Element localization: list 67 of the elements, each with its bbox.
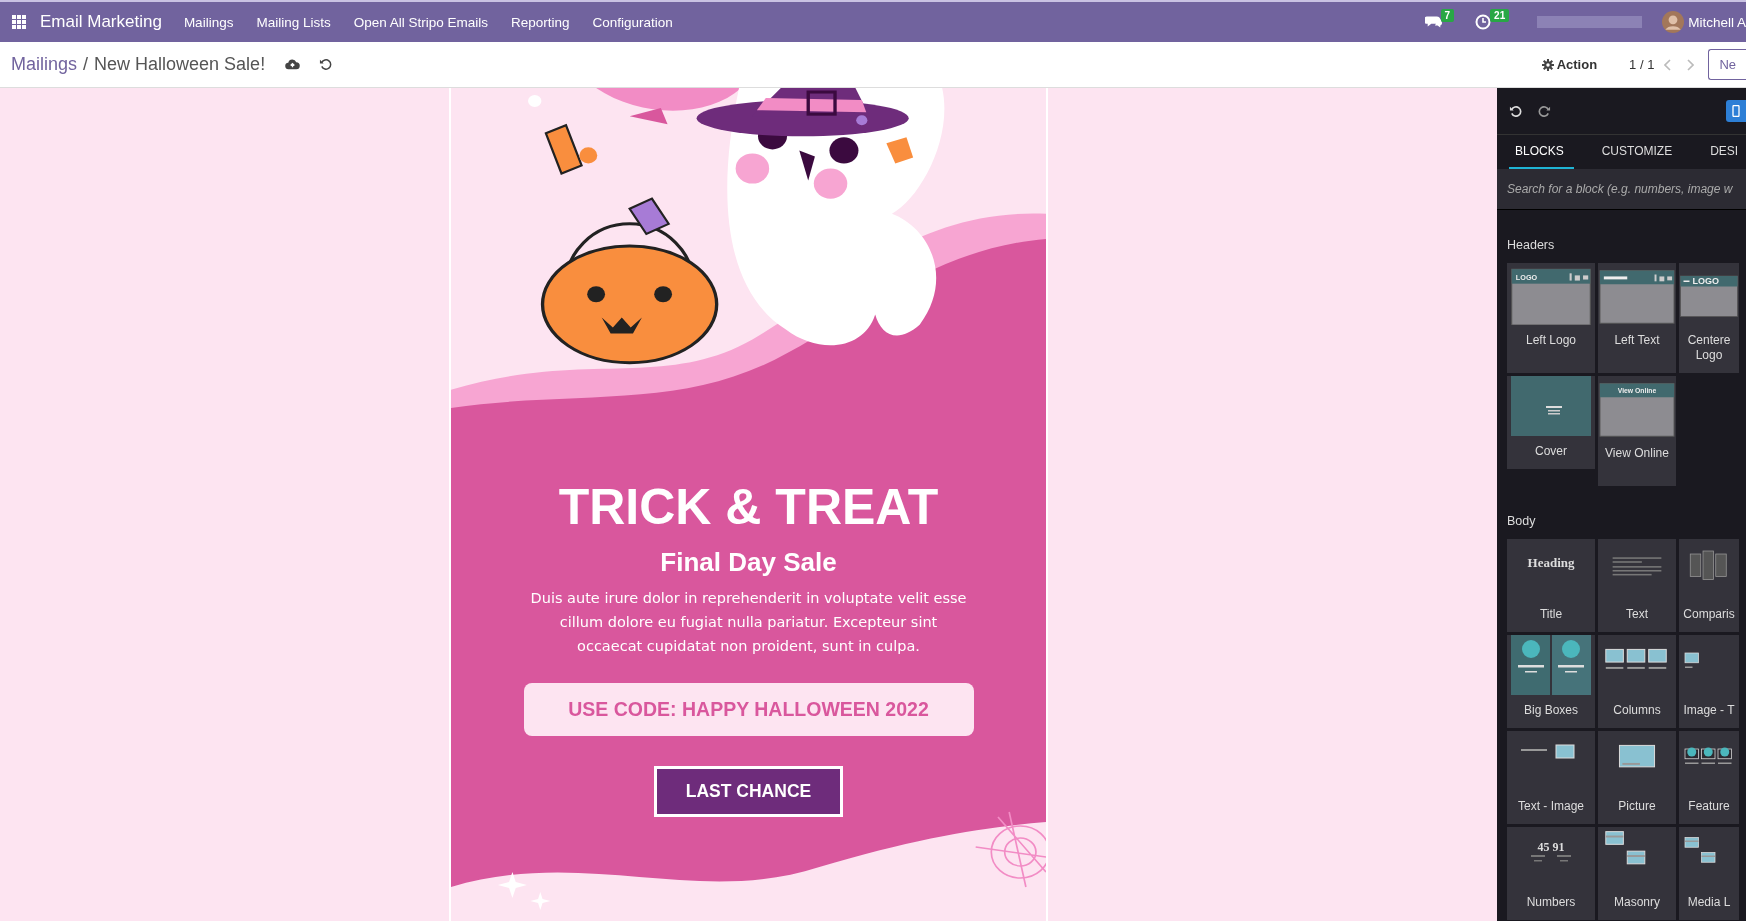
pager-value: 1 / 1 [1629,57,1655,72]
section-heading: Headers [1506,237,1556,254]
block-tile[interactable]: Text [1598,539,1676,632]
menu-item[interactable]: Open All Stripo Emails [353,14,488,30]
cloud-upload-icon[interactable] [285,58,301,71]
breadcrumb-separator: / [83,54,89,75]
block-preview-drawing [1684,747,1732,764]
block-tile[interactable]: Image - T [1679,635,1739,728]
block-preview-drawing [1605,648,1667,669]
undo-icon[interactable] [1509,104,1522,118]
email-subheadline: Final Day Sale [660,547,837,578]
menu-item[interactable]: Configuration [592,14,673,30]
preview-text: Heading [1527,555,1575,570]
block-preview-drawing [1684,652,1699,668]
clock-icon[interactable] [1474,14,1493,30]
action-button[interactable]: Action [1535,56,1604,73]
mobile-view-button[interactable] [1726,100,1746,122]
email-paragraph: Duis aute irure dolor in reprehenderit in voluptate velit esse cillum dolore eu fugiat nulla pariatur. Excepteur sint occaecat cupidatat non proident, sunt in culpa. [529,589,968,656]
panel-tab[interactable]: CUSTOMIZE [1595,135,1683,169]
promo-code-banner: USE CODE: HAPPY HALLOWEEN 2022 [523,683,974,736]
panel-tab[interactable]: DESI [1704,135,1739,169]
section-heading: Body [1506,513,1537,530]
block-preview-drawing [1531,855,1571,862]
app-name[interactable]: Email Marketing [40,12,162,32]
phone-icon [1732,105,1740,117]
apps-grid-icon[interactable] [12,15,26,29]
block-preview-drawing [1618,744,1656,768]
block-tile[interactable]: Media L [1679,827,1739,920]
redo-icon[interactable] [1538,104,1551,118]
breadcrumb-link[interactable]: Mailings [11,54,78,75]
block-tile[interactable]: Text - Image [1507,731,1595,824]
preview-text: LOGO [1692,275,1719,286]
preview-text: 45 91 [1537,840,1565,854]
gear-icon [1541,58,1554,71]
avatar-icon[interactable] [1662,11,1685,33]
block-tile[interactable]: LOGO Centere Logo [1679,263,1739,373]
block-preview-drawing [1612,557,1662,576]
block-tile[interactable]: Masonry [1598,827,1676,920]
preview-text: LOGO [1515,272,1538,282]
block-tile[interactable]: Columns [1598,635,1676,728]
menu-item[interactable]: Mailings [183,14,234,30]
block-preview-drawing [1605,831,1646,865]
block-tile[interactable]: Picture [1598,731,1676,824]
user-name[interactable]: Mitchell A [1688,14,1746,30]
block-tile[interactable]: 45 91 Numbers [1507,827,1595,920]
block-tile[interactable]: Cover [1507,376,1595,469]
menu-item[interactable]: Reporting [511,14,570,30]
block-search-field[interactable]: Search for a block (e.g. numbers, image w [1497,169,1746,210]
block-preview-drawing [1680,275,1738,317]
chat-icon[interactable] [1424,14,1443,30]
block-preview-drawing [1684,837,1716,863]
email-headline: TRICK & TREAT [558,480,939,535]
block-tile[interactable]: Left Text [1598,263,1676,373]
block-tile[interactable]: Comparis [1679,539,1739,632]
cta-button[interactable]: LAST CHANCE [653,766,844,817]
new-button[interactable]: Ne [1708,49,1746,80]
count-badge: 7 [1440,8,1455,22]
block-preview-drawing [1689,550,1727,580]
block-preview-drawing [1521,744,1575,759]
menu-item[interactable]: Mailing Lists [256,14,331,30]
count-badge: 21 [1490,8,1510,22]
block-tile[interactable]: Big Boxes [1507,635,1595,728]
record-title: New Halloween Sale! [94,54,266,75]
block-tile[interactable]: Feature [1679,731,1739,824]
block-tile[interactable]: Heading Title [1507,539,1595,632]
block-tile[interactable]: LOGO Left Logo [1507,263,1595,373]
undo-icon[interactable] [318,58,334,71]
